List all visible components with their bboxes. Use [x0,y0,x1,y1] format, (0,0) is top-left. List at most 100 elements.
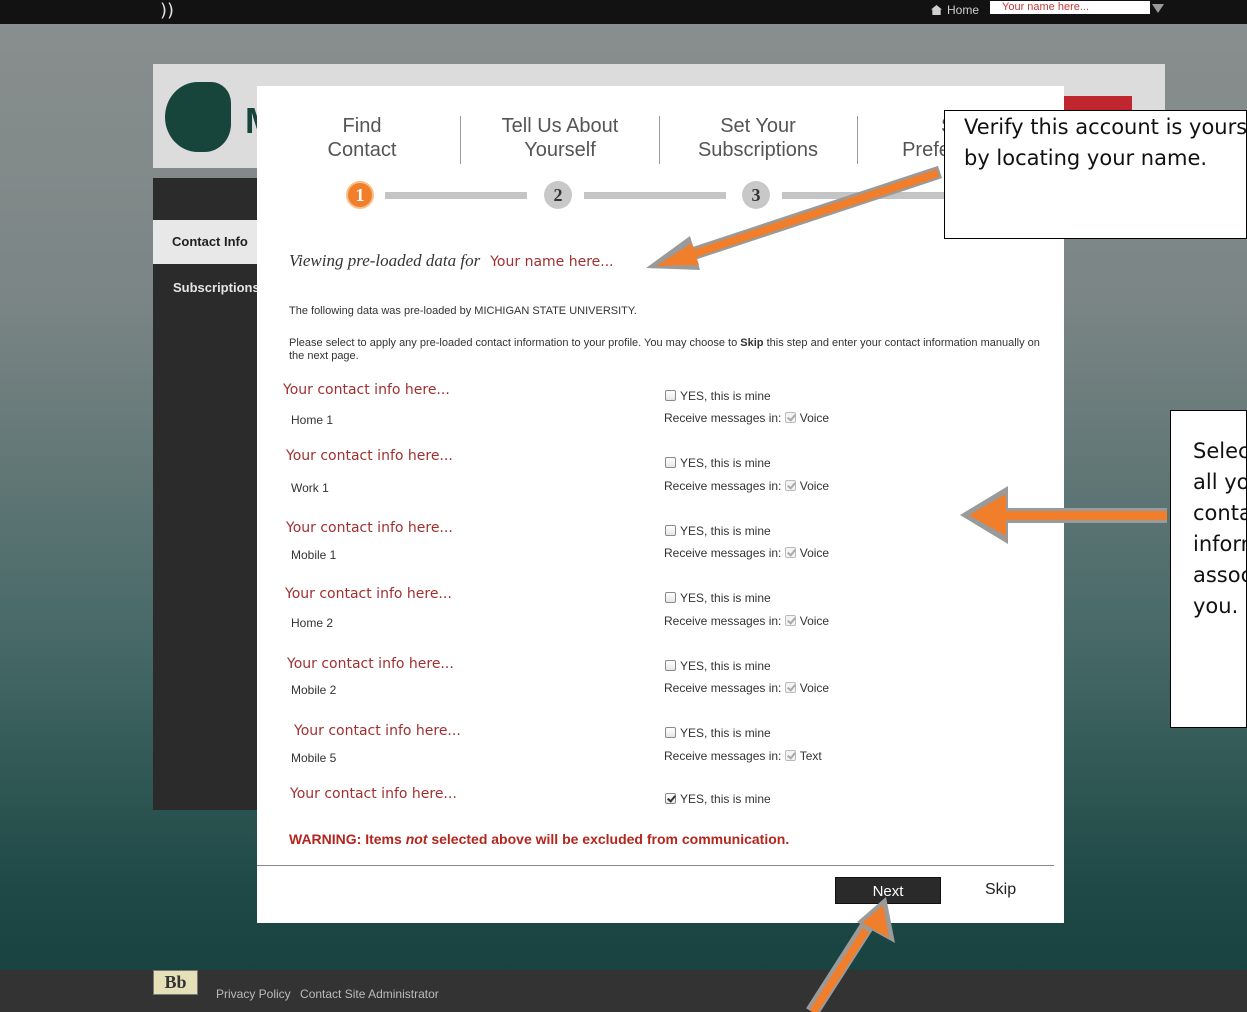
checkbox-icon[interactable] [665,660,676,671]
instruction-skip: Skip [740,337,764,349]
receive-messages: Receive messages in: Text [664,749,822,763]
step-progress-bar [782,192,944,199]
step-title-line1: Set Your [720,115,796,137]
channel-label: Text [799,749,822,763]
page-footer: Bb Privacy Policy Contact Site Administr… [0,970,1247,1012]
step-find-contact[interactable]: Find Contact [272,114,452,162]
contact-value: Your contact info here... [286,448,453,464]
channel-checkbox-icon [784,615,796,626]
contact-admin-link[interactable]: Contact Site Administrator [300,987,439,1001]
yes-mine-checkbox[interactable]: YES, this is mine [665,591,771,605]
footer-divider [257,865,1054,866]
checkbox-icon[interactable] [665,390,676,401]
contact-value: Your contact info here... [287,656,454,672]
step-title-line2: Subscriptions [697,139,819,161]
channel-checkbox-icon [784,682,796,693]
footer-links: Privacy Policy Contact Site Administrato… [216,987,445,1001]
receive-label: Receive messages in: [664,479,782,493]
checkbox-icon[interactable] [665,525,676,536]
receive-messages: Receive messages in: Voice [664,411,829,425]
contact-type: Home 1 [291,413,334,427]
yes-mine-checkbox[interactable]: YES, this is mine [665,659,771,673]
channel-checkbox-icon [784,750,796,761]
receive-messages: Receive messages in: Voice [664,681,829,695]
contact-value: Your contact info here... [283,382,450,398]
step-divider [659,116,660,164]
yes-mine-checkbox[interactable]: YES, this is mine [665,726,771,740]
checkbox-checked-icon[interactable] [665,793,676,804]
callout-verify-account: Verify this account is yours by locating… [944,110,1247,239]
checkbox-label: YES, this is mine [680,792,771,806]
yes-mine-checkbox[interactable]: YES, this is mine [665,792,771,806]
user-menu[interactable]: Your name here... [990,1,1150,14]
contact-value: Your contact info here... [286,520,453,536]
step-title-line2: Yourself [524,139,596,161]
step-divider [857,116,858,164]
checkbox-label: YES, this is mine [680,456,771,470]
setup-wizard-modal: Find Contact Tell Us About Yourself Set … [257,86,1064,923]
contact-type: Mobile 2 [291,683,337,697]
checkbox-label: YES, this is mine [680,659,771,673]
channel-checkbox-icon [784,547,796,558]
contact-type: Home 2 [291,616,334,630]
chevron-down-icon[interactable] [1152,4,1164,13]
warning-emphasis: not [405,831,428,847]
step-tell-us[interactable]: Tell Us About Yourself [470,114,650,162]
step-divider [460,116,461,164]
home-icon [931,5,942,15]
channel-checkbox-icon [784,480,796,491]
contact-type: Mobile 5 [291,751,337,765]
next-button[interactable]: Next [835,877,941,904]
checkbox-label: YES, this is mine [680,591,771,605]
exclusion-warning: WARNING: Items not selected above will b… [289,831,789,847]
site-logo-icon[interactable]: )) [160,0,174,21]
yes-mine-checkbox[interactable]: YES, this is mine [665,524,771,538]
blackboard-logo-icon: Bb [153,970,198,995]
sidebar-item-subscriptions[interactable]: Subscriptions [153,266,257,310]
channel-label: Voice [799,411,830,425]
viewing-user-name: Your name here... [490,254,614,270]
contact-type: Mobile 1 [291,548,337,562]
receive-label: Receive messages in: [664,411,782,425]
instruction-part: Please select to apply any pre-loaded co… [289,337,741,349]
contact-type: Work 1 [291,481,329,495]
channel-label: Voice [799,479,830,493]
receive-messages: Receive messages in: Voice [664,546,829,560]
home-link[interactable]: Home [931,3,979,17]
preloaded-note: The following data was pre-loaded by MIC… [289,305,637,317]
step-title-line2: Contact [327,139,397,161]
home-label: Home [947,3,980,17]
yes-mine-checkbox[interactable]: YES, this is mine [665,456,771,470]
channel-label: Voice [799,546,830,560]
step-title-line1: Find [342,115,382,137]
instruction-text: Please select to apply any pre-loaded co… [289,337,1049,363]
callout-select-contacts: Select all your contact information asso… [1170,410,1247,728]
receive-label: Receive messages in: [664,614,782,628]
contact-value: Your contact info here... [285,586,452,602]
privacy-policy-link[interactable]: Privacy Policy [216,987,291,1001]
sidebar-item-contact-info[interactable]: Contact Info [153,220,257,264]
viewing-heading: Viewing pre-loaded data for Your name her… [289,251,614,271]
skip-button[interactable]: Skip [985,881,1016,899]
checkbox-icon[interactable] [665,592,676,603]
viewing-label: Viewing pre-loaded data for [289,251,481,270]
top-bar: )) Home Your name here... [0,0,1247,24]
step-2-indicator: 2 [544,181,572,209]
step-progress-bar [385,192,527,199]
checkbox-label: YES, this is mine [680,524,771,538]
channel-label: Voice [799,614,830,628]
channel-label: Voice [799,681,830,695]
receive-label: Receive messages in: [664,749,782,763]
checkbox-icon[interactable] [665,457,676,468]
step-progress-bar [584,192,726,199]
step-1-indicator: 1 [346,181,374,209]
receive-label: Receive messages in: [664,546,782,560]
step-title-line1: Tell Us About [501,115,619,137]
receive-messages: Receive messages in: Voice [664,614,829,628]
step-set-subscriptions[interactable]: Set Your Subscriptions [668,114,848,162]
yes-mine-checkbox[interactable]: YES, this is mine [665,389,771,403]
spartan-logo-icon [165,82,231,152]
checkbox-icon[interactable] [665,727,676,738]
step-3-indicator: 3 [742,181,770,209]
warning-part: WARNING: Items [289,831,406,847]
